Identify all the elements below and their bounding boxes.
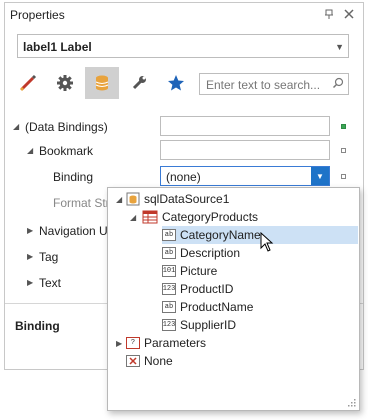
tree-field-productid[interactable]: 123 ProductID [162, 280, 233, 298]
search-icon[interactable] [332, 77, 344, 92]
property-marker-icon[interactable] [341, 148, 346, 153]
tree-node-label: CategoryProducts [162, 210, 259, 224]
none-icon [126, 355, 140, 367]
brush-icon [19, 74, 37, 92]
gear-icon [57, 75, 73, 91]
prop-label: Tag [39, 250, 59, 264]
tree-node-label: ProductID [180, 282, 234, 296]
tree-field-productname[interactable]: ab ProductName [162, 298, 253, 316]
binary-field-icon: 101 [162, 265, 176, 277]
prop-row-binding[interactable]: Binding (none) ▼ [5, 165, 363, 189]
tree-field-description[interactable]: ab Description [162, 244, 240, 262]
tree-field-categoryname[interactable]: ab CategoryName [162, 226, 358, 252]
prop-label: Binding [53, 170, 94, 184]
prop-row-data-bindings[interactable]: ◢ (Data Bindings) [5, 115, 363, 139]
binding-dropdown-popup: ◢ sqlDataSource1 ◢ CategoryProducts ab C… [107, 187, 360, 411]
string-field-icon: ab [162, 229, 176, 241]
binding-value: (none) [166, 170, 201, 184]
component-selector[interactable]: label1 Label ▼ [17, 34, 349, 58]
binding-dropdown[interactable]: (none) ▼ [160, 166, 330, 186]
string-field-icon: ab [162, 301, 176, 313]
database-icon [95, 75, 109, 91]
expand-arrow-icon[interactable]: ▶ [116, 339, 126, 348]
tab-favorites[interactable] [159, 67, 193, 99]
close-icon[interactable] [341, 6, 357, 22]
prop-label: Text [39, 276, 62, 290]
table-icon [142, 210, 158, 224]
search-placeholder: Enter text to search... [206, 78, 321, 92]
prop-label: (Data Bindings) [25, 120, 108, 134]
collapse-arrow-icon[interactable]: ◢ [27, 146, 33, 155]
tree-field-picture[interactable]: 101 Picture [162, 262, 217, 280]
prop-value-field[interactable] [160, 140, 330, 160]
collapse-arrow-icon[interactable]: ◢ [13, 122, 19, 131]
panel-title: Properties [10, 8, 65, 22]
tree-node-none[interactable]: None [126, 352, 173, 370]
tree-node-label: ProductName [180, 300, 254, 314]
number-field-icon: 123 [162, 319, 176, 331]
expand-arrow-icon[interactable]: ▶ [27, 226, 33, 235]
expand-arrow-icon[interactable]: ▶ [27, 278, 33, 287]
number-field-icon: 123 [162, 283, 176, 295]
pin-icon[interactable] [321, 6, 337, 22]
tree-node-parameters[interactable]: ▶ ? Parameters [116, 334, 206, 352]
property-search-input[interactable]: Enter text to search... [199, 73, 349, 95]
dropdown-button[interactable]: ▼ [311, 167, 329, 185]
sql-datasource-icon [126, 192, 140, 206]
prop-row-bookmark[interactable]: ◢ Bookmark [5, 139, 363, 163]
bound-marker-icon[interactable] [341, 124, 346, 129]
property-marker-icon[interactable] [341, 174, 346, 179]
mouse-cursor-icon [260, 232, 274, 252]
star-icon [168, 75, 184, 91]
chevron-down-icon: ▼ [335, 42, 344, 52]
tree-node-datasource[interactable]: ◢ sqlDataSource1 [116, 190, 229, 208]
tree-node-label: Picture [180, 264, 218, 278]
prop-label: Navigation UR [39, 224, 117, 238]
component-selector-value: label1 Label [23, 40, 92, 54]
tree-node-label: SupplierID [180, 318, 237, 332]
prop-label: Format Stri [53, 196, 113, 210]
tab-appearance[interactable] [11, 67, 45, 99]
tree-node-label: CategoryName [180, 228, 261, 242]
tree-node-label: sqlDataSource1 [144, 192, 230, 206]
tab-data[interactable] [85, 67, 119, 99]
collapse-arrow-icon[interactable]: ◢ [116, 195, 126, 204]
tree-node-label: None [144, 354, 173, 368]
tree-node-table[interactable]: ◢ CategoryProducts [130, 208, 258, 226]
tree-node-label: Parameters [144, 336, 207, 350]
expand-arrow-icon[interactable]: ▶ [27, 252, 33, 261]
tab-behavior[interactable] [48, 67, 82, 99]
prop-value-field[interactable] [160, 116, 330, 136]
collapse-arrow-icon[interactable]: ◢ [130, 213, 142, 222]
title-bar: Properties [5, 3, 363, 27]
resize-grip-icon[interactable] [347, 398, 356, 407]
tree-field-supplierid[interactable]: 123 SupplierID [162, 316, 236, 334]
wrench-icon [132, 76, 146, 90]
description-title: Binding [15, 319, 60, 333]
prop-label: Bookmark [39, 144, 94, 158]
tab-design[interactable] [122, 67, 156, 99]
tree-node-label: Description [180, 246, 241, 260]
string-field-icon: ab [162, 247, 176, 259]
parameters-icon: ? [126, 337, 140, 349]
